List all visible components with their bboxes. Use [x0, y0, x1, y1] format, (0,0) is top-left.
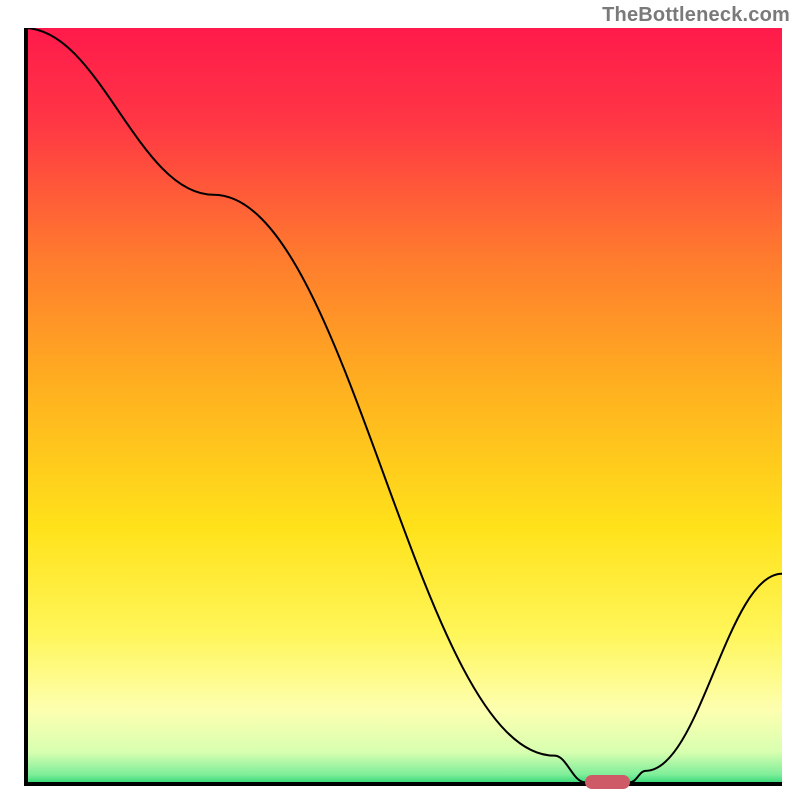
- target-range-marker: [585, 775, 630, 789]
- chart-svg: [24, 28, 782, 786]
- watermark-text: TheBottleneck.com: [602, 4, 790, 27]
- gradient-background: [24, 28, 782, 786]
- chart-plot-area: [24, 28, 782, 786]
